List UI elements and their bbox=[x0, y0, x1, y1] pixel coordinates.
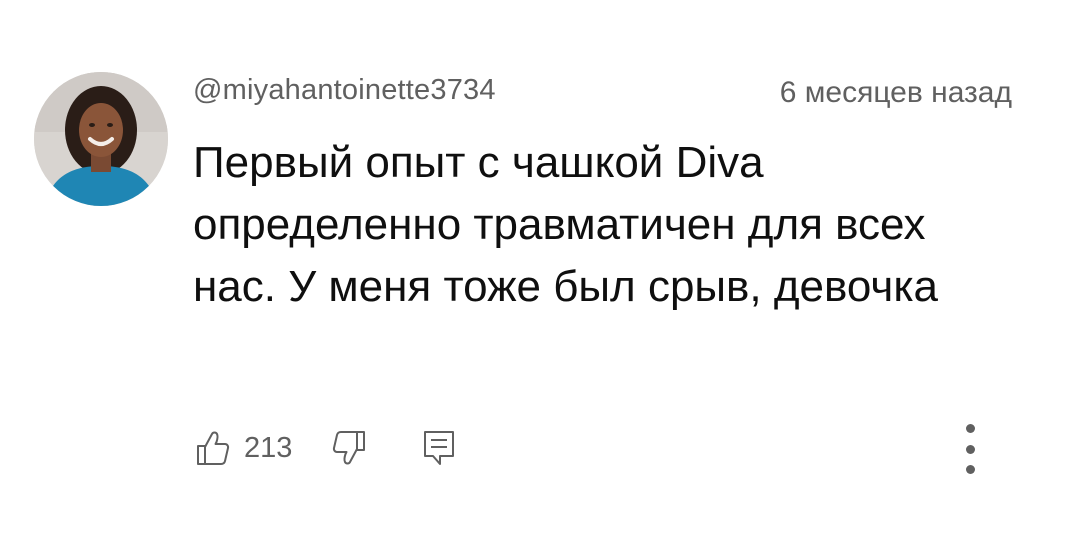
dislike-button[interactable] bbox=[332, 430, 366, 466]
more-vertical-icon-dot bbox=[965, 444, 975, 454]
reply-comment-icon bbox=[424, 431, 455, 465]
comment-timestamp: 6 месяцев назад bbox=[779, 76, 1012, 109]
more-vertical-icon-dot bbox=[965, 465, 975, 474]
like-count: 213 bbox=[244, 431, 293, 464]
avatar-image bbox=[34, 72, 168, 206]
more-vertical-icon bbox=[965, 424, 975, 433]
more-options-button[interactable] bbox=[960, 424, 980, 474]
comment-actions: 213 bbox=[196, 424, 456, 472]
comment-text: Первый опыт с чашкой Diva определенно тр… bbox=[193, 138, 939, 311]
comment-item: @miyahantoinette3734 6 месяцев назад Пер… bbox=[0, 0, 1080, 536]
comment-author[interactable]: @miyahantoinette3734 bbox=[193, 74, 496, 107]
like-button[interactable] bbox=[196, 430, 230, 466]
thumb-up-icon bbox=[197, 431, 230, 465]
avatar[interactable] bbox=[34, 72, 168, 206]
thumb-down-icon bbox=[333, 431, 366, 465]
reply-button[interactable] bbox=[422, 429, 456, 467]
